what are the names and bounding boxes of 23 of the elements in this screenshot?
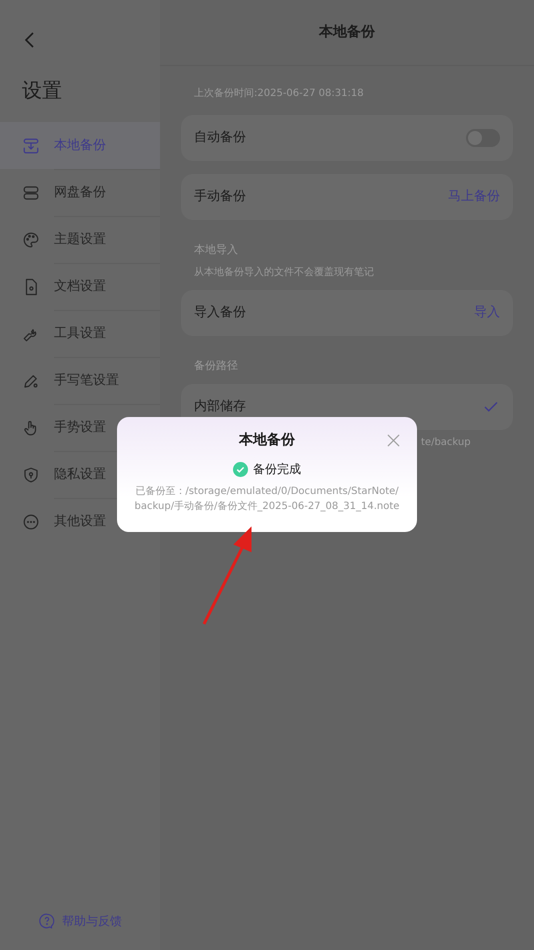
dialog-message: 已备份至：/storage/emulated/0/Documents/StarNote/backup/手动备份/备份文件_2025-06-27_08_31_14.note	[134, 485, 400, 514]
tray-download-icon	[22, 136, 40, 154]
row-label: 导入备份	[194, 304, 246, 322]
sidebar-title: 设置	[22, 77, 63, 104]
row-label: 自动备份	[194, 129, 246, 148]
sidebar-item[interactable]: 文档设置	[0, 263, 160, 310]
server-icon	[22, 184, 40, 202]
page-title: 本地备份	[319, 23, 375, 42]
settings-card[interactable]: 自动备份	[181, 115, 513, 161]
dialog-title: 本地备份	[239, 431, 295, 450]
sidebar-item[interactable]: 主题设置	[0, 216, 160, 263]
shield-lock-icon	[22, 466, 40, 484]
dialog-status: 备份完成	[253, 461, 301, 478]
sidebar-item[interactable]: 网盘备份	[0, 169, 160, 216]
sidebar-item[interactable]: 手写笔设置	[0, 357, 160, 404]
more-icon	[22, 512, 40, 530]
row-label: 内部储存	[194, 398, 246, 416]
row-label: 手动备份	[194, 188, 246, 206]
sidebar-item[interactable]: 工具设置	[0, 310, 160, 357]
close-icon[interactable]	[387, 434, 400, 447]
palette-icon	[22, 230, 40, 248]
help-icon	[38, 912, 56, 930]
success-icon	[233, 462, 248, 476]
